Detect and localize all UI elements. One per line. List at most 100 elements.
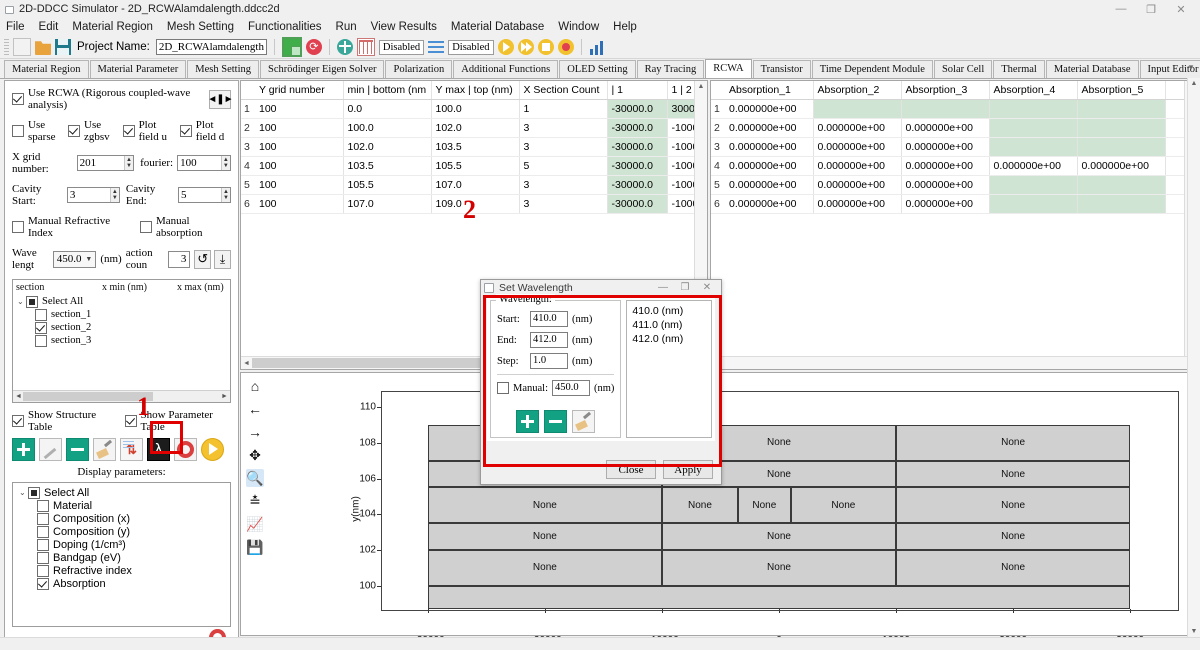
edit-row-button[interactable] <box>39 438 62 461</box>
menu-edit[interactable]: Edit <box>39 21 59 33</box>
column-header[interactable]: Absorption_5 <box>1077 81 1166 100</box>
row-index-header[interactable] <box>241 81 255 100</box>
table-row[interactable]: 3 0.000000e+00 0.000000e+00 0.000000e+00 <box>711 137 1185 157</box>
table-cell[interactable]: 0.000000e+00 <box>901 118 990 138</box>
display-select-all[interactable]: ⌄ Select All <box>15 486 230 499</box>
scroll-right-icon[interactable]: ► <box>220 393 229 400</box>
wavelength-list-item[interactable]: 412.0 (nm) <box>632 332 706 346</box>
table-cell[interactable] <box>1165 175 1185 195</box>
maximize-icon[interactable]: ❐ <box>1136 0 1166 18</box>
table-cell[interactable]: -10000.0 <box>667 175 695 195</box>
x-grid-number-field[interactable] <box>77 156 124 170</box>
table-cell[interactable]: -30000.0 <box>607 137 668 157</box>
wave-length-select[interactable]: 450.0 ▼ <box>52 250 97 268</box>
chart-cell[interactable]: None <box>661 550 897 586</box>
tab-material-region[interactable]: Material Region <box>4 60 89 78</box>
table-cell[interactable]: 0.000000e+00 <box>901 137 990 157</box>
chart-cell[interactable]: None <box>738 487 791 524</box>
scroll-left-icon[interactable]: ◄ <box>14 393 23 400</box>
table-row[interactable]: 2 0.000000e+00 0.000000e+00 0.000000e+00 <box>711 118 1185 138</box>
set-wavelength-dialog[interactable]: Set Wavelength — ❐ ✕ Wavelength: Start: … <box>480 279 722 485</box>
table-cell[interactable]: -30000.0 <box>607 156 668 176</box>
add-wavelength-button[interactable] <box>516 410 540 433</box>
save-figure-icon[interactable]: 💾 <box>246 538 264 556</box>
manual-checkbox[interactable] <box>497 382 509 394</box>
table-cell[interactable]: 30000.0 <box>667 99 695 119</box>
table-cell[interactable] <box>1077 175 1166 195</box>
project-name-input[interactable] <box>155 39 267 55</box>
table-row[interactable]: 4 0.000000e+00 0.000000e+00 0.000000e+00 0.0… <box>711 156 1185 176</box>
folder-open-icon[interactable] <box>35 41 51 55</box>
configure-subplots-icon[interactable]: ≛ <box>246 492 264 510</box>
cavity-end-input[interactable]: ▲▼ <box>178 187 231 203</box>
tab-overflow-button[interactable]: ▾ <box>1184 60 1198 75</box>
chevron-down-icon[interactable]: ⌄ <box>17 297 26 306</box>
add-row-button[interactable] <box>12 438 35 461</box>
use-zgbsv-checkbox[interactable]: Use zgbsv <box>68 119 117 143</box>
dialog-minimize-icon[interactable]: — <box>652 280 674 295</box>
table-cell[interactable]: 100 <box>255 175 344 195</box>
section-tree-hscrollbar[interactable]: ◄ ► <box>13 390 230 402</box>
dialog-maximize-icon[interactable]: ❐ <box>674 280 696 295</box>
table-cell[interactable]: 100.0 <box>343 118 432 138</box>
start-input[interactable]: 410.0 <box>530 311 568 327</box>
scroll-up-icon[interactable]: ▲ <box>1188 78 1200 90</box>
minimize-icon[interactable]: — <box>1106 0 1136 18</box>
column-header[interactable]: Absorption_2 <box>813 81 902 100</box>
table-cell[interactable]: 100 <box>255 118 344 138</box>
table-cell[interactable]: 102.0 <box>431 118 520 138</box>
table-cell[interactable]: 0.000000e+00 <box>813 156 902 176</box>
chart-cell[interactable]: None <box>427 550 662 586</box>
table-cell[interactable]: 105.5 <box>343 175 432 195</box>
disabled-state-1[interactable]: Disabled <box>378 39 425 55</box>
stop-icon[interactable] <box>557 39 574 55</box>
column-header[interactable] <box>1165 81 1185 100</box>
menu-material-region[interactable]: Material Region <box>72 21 153 33</box>
column-header[interactable]: X Section Count <box>519 81 608 100</box>
table-cell[interactable]: 0.000000e+00 <box>901 156 990 176</box>
chart-cell[interactable]: None <box>896 550 1131 586</box>
section-item-1[interactable]: section_1 <box>13 308 230 321</box>
tab-transistor[interactable]: Transistor <box>752 60 811 78</box>
spinner-arrows-icon[interactable]: ▲ ▼ <box>220 156 230 170</box>
use-sparse-checkbox[interactable]: Use sparse <box>12 119 62 143</box>
table-cell[interactable]: -10000.0 <box>667 137 695 157</box>
column-header[interactable]: min | bottom (nm <box>343 81 432 100</box>
table-cell[interactable]: 100 <box>255 194 344 214</box>
display-param-absorption[interactable]: Absorption <box>15 577 230 590</box>
display-parameters-list[interactable]: ⌄ Select All Material Composition (x) Co… <box>12 482 231 627</box>
section-item-2[interactable]: section_2 <box>13 321 230 334</box>
wavelength-list-item[interactable]: 410.0 (nm) <box>632 304 706 318</box>
display-param-composition-x[interactable]: Composition (x) <box>15 512 230 525</box>
column-header[interactable]: | 1 <box>607 81 668 100</box>
manual-input[interactable]: 450.0 <box>552 380 590 396</box>
clear-wavelength-button[interactable] <box>572 410 596 433</box>
table-cell[interactable]: 1 <box>519 99 608 119</box>
section-item-3[interactable]: section_3 <box>13 334 230 347</box>
play-button[interactable] <box>201 438 224 461</box>
lines-icon[interactable] <box>428 39 445 55</box>
column-header[interactable]: Absorption_1 <box>725 81 814 100</box>
apply-button[interactable]: Apply <box>663 460 713 479</box>
table-cell[interactable] <box>1077 137 1166 157</box>
close-icon[interactable]: ✕ <box>1166 0 1196 18</box>
save-icon[interactable] <box>55 39 71 55</box>
tab-mesh-setting[interactable]: Mesh Setting <box>187 60 259 78</box>
chart-cell[interactable]: None <box>896 487 1131 524</box>
table-cell[interactable]: 103.5 <box>431 137 520 157</box>
table-cell[interactable]: 103.5 <box>343 156 432 176</box>
column-header[interactable]: Absorption_3 <box>901 81 990 100</box>
table-cell[interactable]: 100 <box>255 156 344 176</box>
table-cell[interactable] <box>901 99 990 119</box>
table-cell[interactable] <box>1165 118 1185 138</box>
edit-curves-icon[interactable]: 📈 <box>246 515 264 533</box>
table-cell[interactable]: 0.000000e+00 <box>901 175 990 195</box>
sort-button[interactable] <box>120 438 143 461</box>
table-cell[interactable]: 0.000000e+00 <box>901 194 990 214</box>
table-cell[interactable]: 105.5 <box>431 156 520 176</box>
parameter-table-panel[interactable]: Absorption_1 Absorption_2 Absorption_3 Abso… <box>710 80 1198 370</box>
table-cell[interactable]: 3 <box>519 194 608 214</box>
table-cell[interactable]: 100.0 <box>431 99 520 119</box>
end-input[interactable]: 412.0 <box>530 332 568 348</box>
tab-solar-cell[interactable]: Solar Cell <box>933 60 993 78</box>
